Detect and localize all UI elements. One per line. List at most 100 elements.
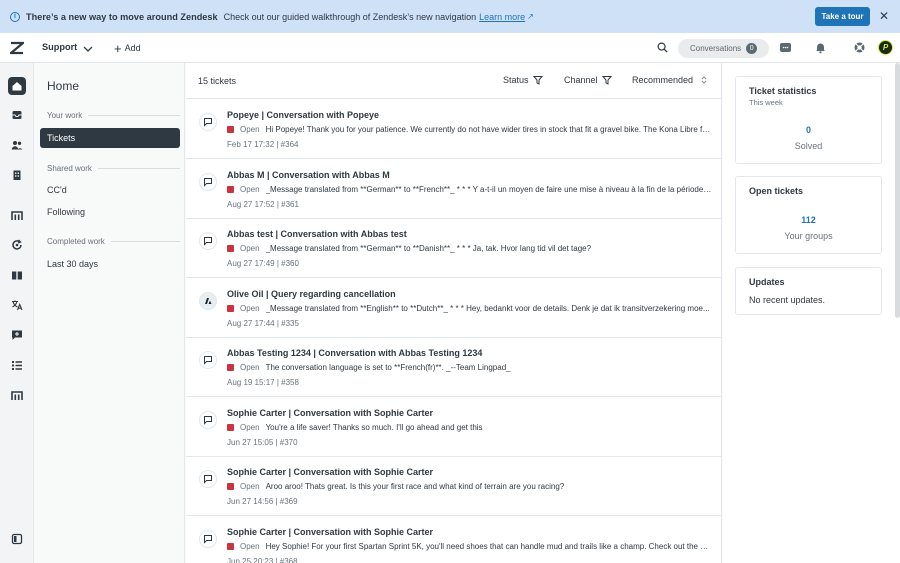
ticket-status: Open	[240, 125, 260, 134]
take-a-tour-button[interactable]: Take a tour	[815, 7, 870, 26]
rail-knowledge[interactable]	[8, 266, 26, 284]
ticket-row[interactable]: Sophie Carter | Conversation with Sophie…	[186, 397, 722, 457]
inbox-icon	[12, 111, 22, 119]
ticket-row[interactable]: Abbas test | Conversation with Abbas tes…	[186, 218, 722, 278]
channel-filter[interactable]: Channel	[564, 75, 612, 85]
card-title: Open tickets	[749, 186, 804, 196]
chevron-down-icon[interactable]	[82, 43, 94, 55]
ticket-title[interactable]: Sophie Carter | Conversation with Sophie…	[227, 527, 433, 537]
ticket-row[interactable]: Abbas Testing 1234 | Conversation with A…	[186, 337, 722, 397]
ticket-status: Open	[240, 184, 260, 194]
status-indicator	[227, 126, 234, 133]
right-panel: Ticket statistics This week 0 Solved Ope…	[723, 63, 900, 563]
ticket-status: Open	[240, 244, 260, 253]
status-indicator	[227, 364, 234, 371]
ticket-title[interactable]: Sophie Carter | Conversation with Sophie…	[227, 467, 433, 477]
ticket-row[interactable]: Olive Oil | Query regarding cancellation…	[186, 278, 722, 338]
ticket-row[interactable]: Popeye | Conversation with Popeye Open Hi …	[186, 99, 722, 159]
close-icon[interactable]: ✕	[879, 9, 889, 23]
ticket-title[interactable]: Abbas test | Conversation with Abbas tes…	[227, 229, 407, 239]
ticket-title[interactable]: Abbas M | Conversation with Abbas M	[227, 170, 390, 180]
ticket-title[interactable]: Olive Oil | Query regarding cancellation	[227, 289, 396, 299]
ticket-preview: Hi Popeye! Thank you for your patience. …	[265, 125, 712, 134]
add-label: Add	[124, 43, 141, 53]
nav-item-ccd[interactable]: CC'd	[40, 180, 180, 200]
section-shared-work: Shared work	[47, 164, 180, 173]
section-label: Your work	[47, 111, 83, 120]
nav-item-following[interactable]: Following	[40, 202, 180, 222]
conversations-count-badge: 0	[746, 43, 758, 54]
ticket-preview-row: Open _Message translated from **German** …	[227, 244, 712, 253]
secondary-navigation: Home Your work Tickets Shared work CC'd …	[35, 63, 185, 563]
chat-icon	[199, 529, 217, 548]
ticket-status: Open	[240, 303, 260, 313]
bell-icon[interactable]	[814, 41, 827, 54]
rail-collapse[interactable]	[8, 530, 26, 548]
ticket-preview: Hey Sophie! For your first Spartan Sprin…	[265, 541, 712, 551]
conversations-label: Conversations	[690, 44, 742, 53]
ticket-preview-row: Open You're a life saver! Thanks so much.…	[227, 423, 712, 432]
sort-dropdown[interactable]: Recommended	[632, 75, 709, 85]
ticket-preview: _Message translated from **English** to …	[265, 303, 710, 313]
ticket-meta: Aug 27 17:44 | #335	[227, 318, 299, 328]
translate-icon	[12, 300, 23, 311]
zendesk-logo-icon[interactable]	[10, 41, 24, 55]
add-button[interactable]: + Add	[114, 41, 141, 56]
ticket-title[interactable]: Abbas Testing 1234 | Conversation with A…	[227, 348, 482, 358]
ticket-preview-row: Open Hey Sophie! For your first Spartan S…	[227, 542, 712, 551]
rail-reporting[interactable]	[8, 206, 26, 224]
status-indicator	[227, 423, 234, 431]
solved-label: Solved	[794, 141, 823, 151]
status-filter-label: Status	[503, 75, 529, 85]
ticket-meta: Aug 27 17:49 | #360	[227, 259, 299, 268]
rail-views[interactable]	[8, 106, 26, 124]
chat-bubble-icon[interactable]	[779, 41, 792, 54]
nav-item-tickets[interactable]: Tickets	[40, 128, 180, 148]
ticket-row[interactable]: Abbas M | Conversation with Abbas M Open _…	[186, 159, 722, 219]
user-avatar[interactable]: P	[878, 40, 893, 55]
search-icon[interactable]	[657, 42, 668, 53]
refresh-gear-icon	[12, 239, 22, 250]
chat-icon	[199, 172, 217, 191]
page-title: Home	[47, 79, 80, 93]
nav-item-last-30-days[interactable]: Last 30 days	[40, 254, 180, 274]
ticket-preview: _Message translated from **German** to *…	[265, 244, 592, 253]
rail-organizations[interactable]	[8, 166, 26, 184]
ticket-status: Open	[240, 363, 260, 372]
reporting-icon	[11, 211, 23, 220]
rail-automation[interactable]	[8, 236, 26, 254]
open-tickets-count[interactable]: 112	[736, 215, 881, 225]
brand-avatar-icon	[199, 291, 217, 310]
rail-apps[interactable]	[8, 386, 26, 404]
ticket-row[interactable]: Sophie Carter | Conversation with Sophie…	[186, 456, 722, 516]
rail-customers[interactable]	[8, 136, 26, 154]
rail-lists[interactable]	[8, 356, 26, 374]
conversations-button[interactable]: Conversations 0	[678, 39, 769, 58]
banner-title: There’s a new way to move around Zendesk	[26, 11, 218, 22]
help-lifebuoy-icon[interactable]	[853, 41, 866, 54]
section-your-work: Your work	[47, 111, 180, 120]
ticket-status: Open	[240, 482, 260, 491]
chat-icon	[199, 470, 217, 488]
rail-messaging[interactable]	[8, 326, 26, 344]
scrollbar[interactable]	[895, 63, 900, 318]
list-icon	[12, 361, 22, 370]
status-filter[interactable]: Status	[503, 75, 543, 85]
status-indicator	[227, 185, 234, 193]
ticket-preview: The conversation language is set to **Fr…	[265, 363, 511, 372]
ticket-preview: _Message translated from **German** to *…	[265, 184, 712, 194]
rail-translate[interactable]	[8, 296, 26, 314]
rail-home[interactable]	[8, 77, 26, 95]
ticket-title[interactable]: Sophie Carter | Conversation with Sophie…	[227, 408, 433, 418]
ticket-row[interactable]: Sophie Carter | Conversation with Sophie…	[186, 516, 722, 563]
open-tickets-card: Open tickets 112 Your groups	[735, 176, 882, 254]
ticket-title[interactable]: Popeye | Conversation with Popeye	[227, 110, 379, 120]
section-completed-work: Completed work	[47, 237, 180, 246]
list-header: 15 tickets Status Channel Recommended	[186, 63, 722, 99]
panel-toggle-icon	[11, 533, 23, 545]
product-switcher[interactable]: Support	[42, 42, 77, 52]
solved-count[interactable]: 0	[736, 125, 881, 135]
ticket-meta: Aug 27 17:52 | #361	[227, 199, 299, 209]
updates-body: No recent updates.	[749, 295, 826, 305]
learn-more-link[interactable]: Learn more	[479, 12, 525, 22]
